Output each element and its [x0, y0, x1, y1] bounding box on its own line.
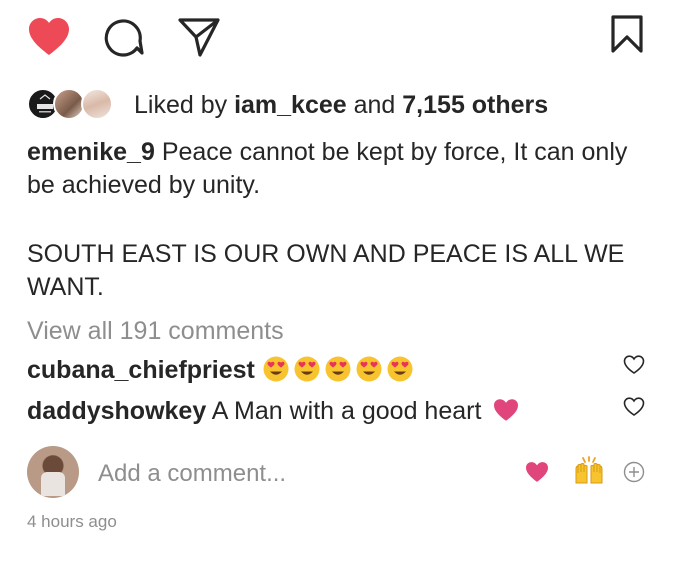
liked-by-others[interactable]: 7,155 others — [402, 91, 548, 119]
comment-username[interactable]: daddyshowkey — [27, 397, 206, 425]
emoji-group — [262, 356, 417, 384]
caption-paragraph-2: SOUTH EAST IS OUR OWN AND PEACE IS ALL W… — [27, 238, 624, 304]
liked-by-text[interactable]: Liked by iam_kcee and 7,155 others — [134, 89, 548, 122]
post-timestamp: 4 hours ago — [27, 512, 117, 531]
avatar — [81, 88, 113, 120]
heart-eyes-emoji — [325, 356, 351, 382]
raising-hands-emoji — [575, 456, 603, 484]
caption-line: be achieved by unity. — [27, 171, 261, 199]
caption: emenike_9 Peace cannot be kept by force,… — [27, 136, 627, 202]
caption-line: emenike_9 Peace cannot be kept by force,… — [27, 138, 628, 166]
comment-row: daddyshowkey A Man with a good heart — [27, 395, 520, 428]
caption-username[interactable]: emenike_9 — [27, 138, 155, 166]
add-reaction-button[interactable] — [623, 461, 645, 483]
heart-eyes-emoji — [294, 356, 320, 382]
liked-by-and: and — [346, 91, 403, 119]
view-all-comments-link[interactable]: View all 191 comments — [27, 315, 284, 348]
like-button[interactable] — [27, 17, 71, 57]
heart-filled-icon — [29, 18, 69, 55]
comment-username[interactable]: cubana_chiefpriest — [27, 356, 255, 384]
heart-eyes-emoji — [387, 356, 413, 382]
liked-by-avatars[interactable] — [27, 86, 119, 122]
heart-eyes-emoji — [263, 356, 289, 382]
pink-heart-emoji — [526, 462, 548, 482]
add-circle-icon — [623, 461, 645, 483]
heart-eyes-emoji — [356, 356, 382, 382]
comment-like-button[interactable] — [623, 355, 645, 375]
share-button[interactable] — [178, 17, 220, 57]
comment-button[interactable] — [104, 17, 144, 57]
comment-like-button[interactable] — [623, 397, 645, 417]
add-comment-input[interactable]: Add a comment... — [98, 457, 286, 490]
avatar — [27, 446, 79, 498]
comment-row: cubana_chiefpriest — [27, 354, 417, 387]
bookmark-icon — [611, 15, 643, 53]
quick-reaction-heart-button[interactable] — [524, 461, 550, 483]
paper-plane-icon — [178, 18, 220, 57]
caption-line: SOUTH EAST IS OUR OWN AND PEACE IS ALL W… — [27, 240, 625, 268]
pink-heart-emoji — [494, 399, 519, 421]
heart-outline-icon — [623, 355, 645, 374]
heart-outline-icon — [623, 397, 645, 416]
save-button[interactable] — [610, 15, 644, 53]
caption-line: WANT. — [27, 273, 104, 301]
comment-bubble-icon — [104, 19, 144, 57]
quick-reaction-hands-button[interactable] — [572, 455, 606, 487]
liked-by-user[interactable]: iam_kcee — [234, 91, 347, 119]
liked-by-prefix: Liked by — [134, 91, 235, 119]
